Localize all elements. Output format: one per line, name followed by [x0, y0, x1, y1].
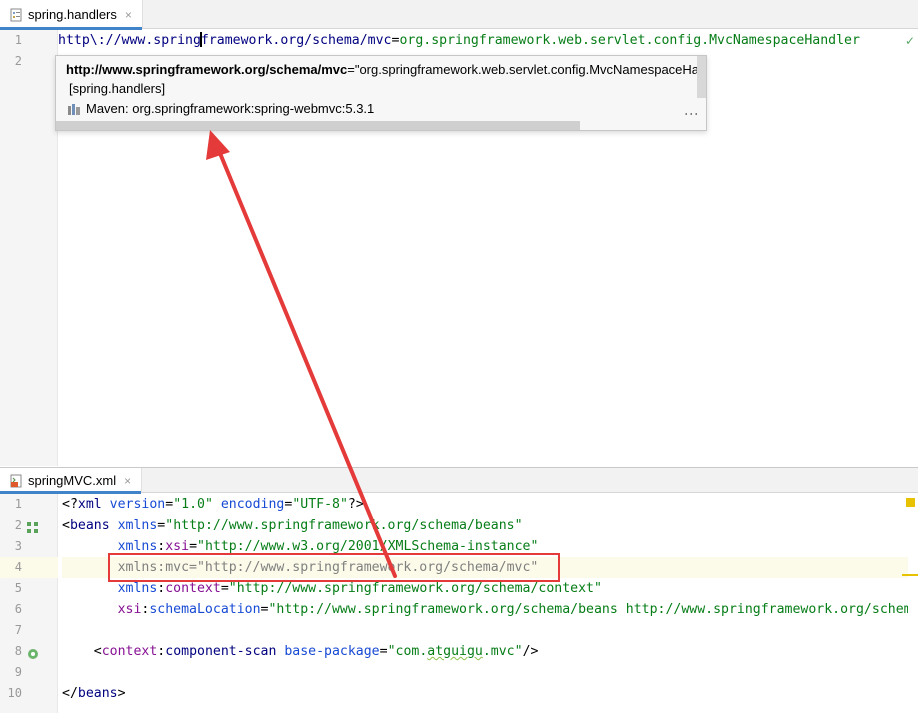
spring-bean-scan-icon[interactable] [27, 645, 39, 659]
bottom-editor-pane: springMVC.xml × 1 2 3 4 5 6 7 8 9 10 <?x… [0, 467, 918, 713]
code-line: <?xml version="1.0" encoding="UTF-8"?> [62, 497, 364, 512]
line-number: 7 [14, 623, 22, 637]
popup-library: Maven: org.springframework:spring-webmvc… [68, 101, 374, 116]
properties-file-icon [10, 8, 22, 22]
code-line: <beans xmlns="http://www.springframework… [62, 518, 523, 533]
close-icon[interactable]: × [124, 474, 131, 488]
popup-key: http://www.springframework.org/schema/mv… [66, 62, 348, 77]
library-icon [68, 103, 81, 115]
property-key-rest: framework.org/schema/mvc [200, 33, 392, 48]
inspection-strip [902, 494, 918, 713]
line-number: 3 [14, 539, 22, 553]
unused-namespace: xmlns:mvc="http://www.springframework.or… [117, 560, 539, 575]
quick-doc-popup[interactable]: http://www.springframework.org/schema/mv… [55, 55, 707, 131]
more-options-icon[interactable]: ⋮ [684, 107, 700, 120]
bottom-tab-bar: springMVC.xml × [0, 468, 918, 494]
line-number: 2 [14, 54, 22, 68]
code-line: xmlns:context="http://www.springframewor… [117, 581, 602, 596]
line-number: 1 [14, 497, 22, 511]
popup-file: [spring.handlers] [69, 81, 166, 96]
xml-file-icon [10, 474, 22, 488]
tab-label: springMVC.xml [28, 473, 117, 488]
maven-coordinates: Maven: org.springframework:spring-webmvc… [86, 101, 375, 116]
gutter: 1 2 [0, 30, 58, 466]
line-number: 8 [14, 644, 22, 658]
inspection-strip: ✓ [905, 30, 918, 466]
close-icon[interactable]: × [125, 8, 132, 22]
property-key: http\://www.spring [58, 33, 201, 48]
code-area[interactable]: <?xml version="1.0" encoding="UTF-8"?> <… [58, 494, 908, 713]
vertical-scrollbar[interactable] [697, 56, 706, 98]
code-line: xmlns:xsi="http://www.w3.org/2001/XMLSch… [117, 539, 539, 554]
top-tab-bar: spring.handlers × [0, 0, 918, 30]
warning-marker[interactable] [906, 498, 915, 507]
popup-title: http://www.springframework.org/schema/mv… [66, 62, 707, 77]
line-number: 10 [7, 686, 22, 700]
warning-line-marker[interactable] [902, 574, 918, 576]
tab-spring-handlers[interactable]: spring.handlers × [0, 0, 143, 30]
line-number: 5 [14, 581, 22, 595]
code-line: <context:component-scan base-package="co… [93, 644, 539, 659]
gutter: 1 2 3 4 5 6 7 8 9 10 [0, 494, 58, 713]
code-line: </beans> [62, 686, 126, 701]
code-line: http\://www.springframework.org/schema/m… [58, 30, 908, 51]
check-icon[interactable]: ✓ [905, 34, 915, 48]
line-number: 1 [14, 33, 22, 47]
horizontal-scrollbar[interactable] [56, 121, 580, 130]
line-number: 9 [14, 665, 22, 679]
tab-label: spring.handlers [28, 7, 117, 22]
line-number: 6 [14, 602, 22, 616]
line-number: 2 [14, 518, 22, 532]
tab-springmvc-xml[interactable]: springMVC.xml × [0, 468, 143, 494]
popup-value: ="org.springframework.web.servlet.config… [347, 62, 707, 77]
line-number: 4 [14, 560, 22, 574]
spring-beans-icon[interactable] [27, 519, 39, 533]
code-line-current: xmlns:mvc="http://www.springframework.or… [62, 557, 908, 578]
bottom-editor[interactable]: 1 2 3 4 5 6 7 8 9 10 <?xml version="1.0"… [0, 494, 918, 713]
code-line: xsi:schemaLocation="http://www.springfra… [117, 602, 908, 617]
typo-highlight: atguigu [427, 644, 483, 659]
property-value: org.springframework.web.servlet.config.M… [399, 33, 860, 48]
